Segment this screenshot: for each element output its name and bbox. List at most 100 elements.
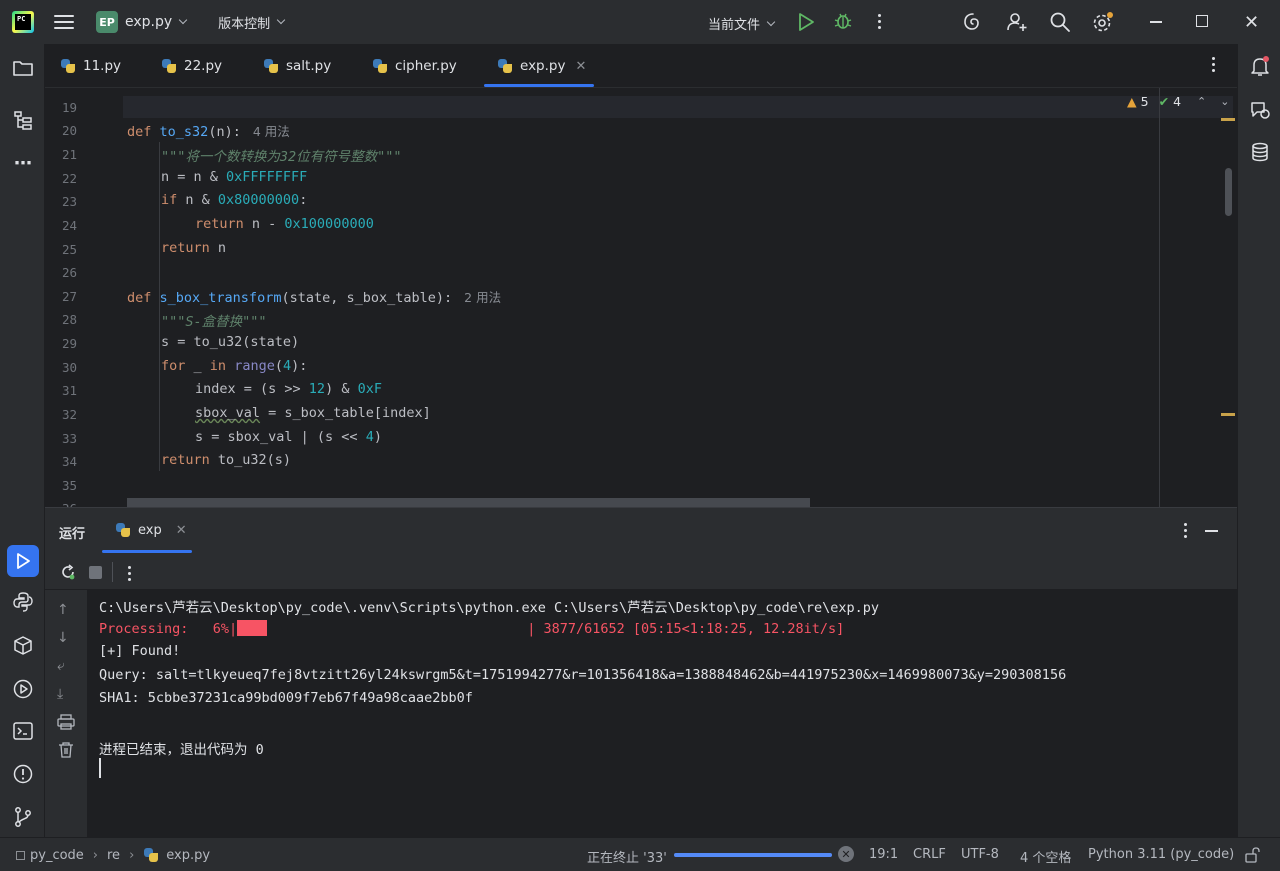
line-separator[interactable]: CRLF xyxy=(913,847,946,862)
usages-hint[interactable]: 2 用法 xyxy=(464,290,501,305)
warning-marker[interactable] xyxy=(1221,413,1235,416)
problems-icon[interactable] xyxy=(11,762,35,786)
window-minimize-button[interactable] xyxy=(1150,21,1162,23)
chevron-down-icon xyxy=(276,15,286,25)
toolbar-divider xyxy=(112,562,113,582)
console-found-line: [+] Found! xyxy=(99,643,181,659)
chevron-up-icon[interactable]: ⌃ xyxy=(1197,95,1206,108)
run-tool-icon[interactable] xyxy=(7,545,39,577)
caret-position[interactable]: 19:1 xyxy=(869,847,898,862)
console-output[interactable]: C:\Users\芦若云\Desktop\py_code\.venv\Scrip… xyxy=(87,590,1237,838)
run-config-label: 当前文件 xyxy=(708,18,761,33)
structure-icon[interactable] xyxy=(11,108,35,132)
title-bar: PC EP exp.py 版本控制 当前文件 ✕ xyxy=(0,0,1280,44)
active-tab-indicator xyxy=(102,550,192,553)
usages-hint[interactable]: 4 用法 xyxy=(253,124,290,139)
ai-assistant-icon[interactable] xyxy=(962,11,984,33)
code-line: s = sbox_val | (s << 4) xyxy=(195,429,382,445)
breadcrumb-item[interactable]: exp.py xyxy=(166,848,210,863)
chevron-down-icon[interactable]: ⌄ xyxy=(1220,95,1229,108)
services-icon[interactable] xyxy=(11,677,35,701)
window-close-button[interactable]: ✕ xyxy=(1244,12,1259,33)
status-bar: py_code › re › exp.py 正在终止 '33' ✕ 19:1 C… xyxy=(0,837,1280,871)
file-encoding[interactable]: UTF-8 xyxy=(961,847,999,862)
soft-wrap-icon[interactable]: ⤶ xyxy=(57,658,75,674)
close-icon[interactable]: ✕ xyxy=(176,523,187,538)
tab-cipher-py[interactable]: cipher.py xyxy=(372,44,457,88)
lock-icon[interactable] xyxy=(1244,847,1260,863)
editor-scrollbar[interactable] xyxy=(1225,168,1232,216)
console-sha1-line: SHA1: 5cbbe37231ca99bd009f7eb67f49a98caa… xyxy=(99,690,473,706)
ai-chat-icon[interactable] xyxy=(1248,98,1272,122)
tab-22-py[interactable]: 22.py xyxy=(161,44,222,88)
background-task-progress xyxy=(674,853,832,857)
line-number: 22 xyxy=(61,171,77,186)
code-editor[interactable]: 19 20 21 22 23 24 25 26 27 28 29 30 31 3… xyxy=(45,88,1237,507)
more-tools-icon[interactable]: ⋯ xyxy=(11,151,35,175)
rerun-icon[interactable] xyxy=(59,563,77,581)
code-line: if n & 0x80000000: xyxy=(161,192,308,208)
debug-bug-icon[interactable] xyxy=(833,11,853,31)
more-actions-icon[interactable] xyxy=(872,12,886,32)
inspection-widget[interactable]: ▲ 5 ✔ 4 ⌃ ⌄ xyxy=(1127,94,1229,109)
trash-icon[interactable] xyxy=(57,742,75,758)
scroll-to-end-icon[interactable]: ⤓ xyxy=(57,686,75,702)
run-icon[interactable] xyxy=(797,12,815,32)
project-folder-icon[interactable] xyxy=(11,56,35,80)
close-icon[interactable]: ✕ xyxy=(575,59,586,74)
python-console-icon[interactable] xyxy=(11,590,35,614)
run-tab-exp[interactable]: exp ✕ xyxy=(115,522,187,538)
tabs-more-icon[interactable] xyxy=(1212,57,1216,72)
weak-warning-underline[interactable]: sbox_val xyxy=(195,405,260,421)
python-file-icon xyxy=(115,522,131,538)
print-icon[interactable] xyxy=(57,714,75,730)
stop-icon[interactable] xyxy=(89,566,102,579)
project-selector[interactable]: exp.py xyxy=(118,14,188,30)
indent-guide xyxy=(159,142,160,307)
search-icon[interactable] xyxy=(1049,11,1071,33)
run-panel-title: 运行 xyxy=(59,527,86,542)
scroll-down-icon[interactable]: ↓ xyxy=(57,630,75,646)
tab-salt-py[interactable]: salt.py xyxy=(263,44,331,88)
scroll-up-icon[interactable]: ↑ xyxy=(57,602,75,618)
run-config-selector[interactable]: 当前文件 xyxy=(708,14,776,33)
tab-11-py[interactable]: 11.py xyxy=(60,44,121,88)
python-file-icon xyxy=(497,58,513,74)
warning-count: 5 xyxy=(1140,94,1149,109)
run-tab-label: exp xyxy=(138,522,162,538)
console-caret xyxy=(99,758,101,778)
gear-icon[interactable] xyxy=(1091,10,1115,34)
code-line: for _ in range(4): xyxy=(161,358,308,374)
run-panel-minimize-button[interactable] xyxy=(1205,530,1218,532)
warning-marker[interactable] xyxy=(1221,118,1235,121)
breadcrumb-item[interactable]: py_code xyxy=(30,848,84,863)
cancel-task-icon[interactable]: ✕ xyxy=(838,846,854,862)
python-interpreter[interactable]: Python 3.11 (py_code) xyxy=(1088,847,1234,862)
project-badge[interactable]: EP xyxy=(96,11,118,33)
python-packages-icon[interactable] xyxy=(11,634,35,658)
partially-hidden-line xyxy=(127,498,810,507)
indent-setting[interactable]: 4 个空格 xyxy=(1020,847,1071,866)
main-menu-icon[interactable] xyxy=(54,15,74,29)
vcs-menu-button[interactable]: 版本控制 xyxy=(218,13,286,32)
run-toolbar-more-icon[interactable] xyxy=(128,566,132,581)
window-maximize-button[interactable] xyxy=(1196,15,1208,27)
active-tab-indicator xyxy=(484,84,594,87)
current-line-highlight xyxy=(123,96,1233,118)
git-branch-icon[interactable] xyxy=(11,805,35,829)
run-side-toolbar: ↑ ↓ ⤶ ⤓ xyxy=(45,590,87,838)
tab-exp-py[interactable]: exp.py ✕ xyxy=(497,44,586,88)
breadcrumb-item[interactable]: re xyxy=(107,848,120,863)
module-icon xyxy=(16,850,25,860)
add-user-icon[interactable] xyxy=(1006,11,1028,33)
line-number: 30 xyxy=(61,360,77,375)
console-exit-line: 进程已结束，退出代码为 0 xyxy=(99,742,264,758)
tab-label: exp.py xyxy=(520,58,566,74)
background-task-label[interactable]: 正在终止 '33' xyxy=(587,847,667,866)
right-margin-guide xyxy=(1159,88,1160,507)
terminal-icon[interactable] xyxy=(11,719,35,743)
console-progress-bar xyxy=(237,620,268,636)
run-panel-more-icon[interactable] xyxy=(1184,523,1188,538)
notifications-bell-icon[interactable] xyxy=(1248,54,1272,78)
database-icon[interactable] xyxy=(1248,140,1272,164)
